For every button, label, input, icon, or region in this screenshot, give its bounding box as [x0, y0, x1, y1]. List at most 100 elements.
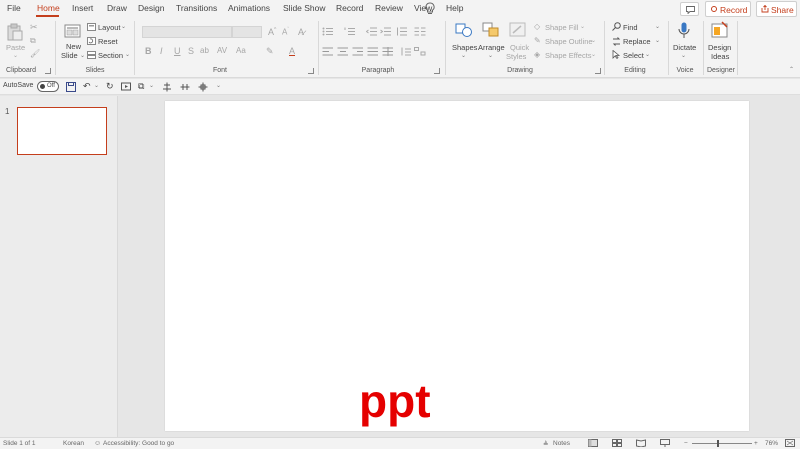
decrease-font-size-icon[interactable]: Aˇ	[282, 27, 289, 37]
find-button[interactable]: Find	[623, 23, 638, 32]
record-button[interactable]: Record	[705, 1, 751, 17]
zoom-out-icon[interactable]: −	[684, 440, 688, 447]
align-left-icon[interactable]	[322, 47, 334, 56]
new-slide-dropdown-icon[interactable]: ⌄	[80, 52, 85, 59]
quick-styles-label-1[interactable]: Quick	[510, 43, 529, 52]
increase-font-size-icon[interactable]: A^	[268, 27, 276, 37]
dictate-button[interactable]: Dictate	[673, 43, 696, 52]
undo-icon[interactable]: ↶	[83, 81, 91, 92]
highlight-icon[interactable]: ✎	[266, 46, 274, 57]
shape-outline-button[interactable]: Shape Outline	[545, 37, 593, 46]
font-size-combo[interactable]	[232, 26, 262, 38]
slide-thumbnail[interactable]	[17, 107, 107, 155]
section-dropdown-icon[interactable]: ⌄	[125, 51, 130, 58]
change-case-icon[interactable]: Aa	[236, 46, 246, 55]
reset-button[interactable]: Reset	[98, 37, 118, 46]
tab-home[interactable]: Home	[37, 3, 60, 13]
zoom-in-icon[interactable]: +	[754, 440, 758, 447]
customize-qat-icon[interactable]: ⌄	[216, 82, 221, 89]
decrease-indent-icon[interactable]	[366, 27, 378, 36]
font-color-icon[interactable]: A	[289, 46, 295, 56]
tab-help[interactable]: Help	[446, 3, 463, 13]
numbering-icon[interactable]	[344, 27, 356, 36]
collapse-ribbon-icon[interactable]: ⌃	[789, 66, 794, 73]
design-ideas-label-2[interactable]: Ideas	[711, 52, 729, 61]
select-button[interactable]: Select	[623, 51, 644, 60]
arrange-button[interactable]: Arrange	[478, 43, 505, 52]
notes-button[interactable]: Notes	[553, 440, 570, 447]
shapes-qat-dropdown-icon[interactable]: ⌄	[149, 82, 154, 89]
paste-dropdown-icon[interactable]: ⌄	[13, 52, 18, 59]
align-middle-icon[interactable]	[198, 82, 208, 92]
vertical-scrollbar[interactable]	[786, 96, 800, 437]
bullets-icon[interactable]	[322, 27, 334, 36]
zoom-slider-thumb[interactable]	[717, 440, 719, 447]
dictate-dropdown-icon[interactable]: ⌄	[681, 52, 686, 59]
shapes-icon[interactable]	[455, 22, 473, 38]
microphone-icon[interactable]	[678, 22, 690, 39]
shapes-dropdown-icon[interactable]: ⌄	[461, 52, 466, 59]
tab-design[interactable]: Design	[138, 3, 164, 13]
italic-icon[interactable]: I	[160, 46, 163, 56]
layout-dropdown-icon[interactable]: ⌄	[121, 23, 126, 30]
slide-canvas[interactable]	[165, 101, 749, 431]
arrange-icon[interactable]	[482, 22, 500, 38]
format-painter-icon[interactable]: 🖌	[30, 49, 40, 58]
autosave-toggle[interactable]: Off	[37, 81, 59, 92]
font-name-combo[interactable]	[142, 26, 232, 38]
paste-button[interactable]: Paste	[6, 43, 25, 52]
fit-to-window-icon[interactable]	[785, 439, 795, 447]
clear-formatting-icon[interactable]: A̷	[298, 27, 304, 37]
zoom-level[interactable]: 76%	[765, 440, 778, 447]
share-button[interactable]: Share	[756, 1, 797, 17]
drawing-launcher-icon[interactable]	[595, 68, 601, 74]
shape-effects-dropdown-icon[interactable]: ⌄	[591, 51, 596, 58]
increase-indent-icon[interactable]	[380, 27, 392, 36]
underline-icon[interactable]: U	[174, 46, 181, 56]
slide-sorter-icon[interactable]	[612, 439, 622, 447]
replace-button[interactable]: Replace	[623, 37, 651, 46]
distribute-icon[interactable]	[180, 82, 190, 92]
arrange-dropdown-icon[interactable]: ⌄	[488, 52, 493, 59]
accessibility-status[interactable]: Accessibility: Good to go	[103, 440, 174, 447]
save-icon[interactable]	[66, 82, 76, 92]
tab-slide-show[interactable]: Slide Show	[283, 3, 326, 13]
shape-effects-button[interactable]: Shape Effects	[545, 51, 592, 60]
tab-transitions[interactable]: Transitions	[176, 3, 217, 13]
shape-fill-button[interactable]: Shape Fill	[545, 23, 578, 32]
shape-outline-dropdown-icon[interactable]: ⌄	[591, 37, 596, 44]
new-slide-label-2[interactable]: Slide	[61, 51, 78, 60]
section-button[interactable]: Section	[98, 51, 123, 60]
find-dropdown-icon[interactable]: ⌄	[655, 23, 660, 30]
design-ideas-icon[interactable]	[711, 21, 729, 39]
tab-insert[interactable]: Insert	[72, 3, 93, 13]
align-right-icon[interactable]	[352, 47, 364, 56]
cut-icon[interactable]: ✂	[30, 22, 38, 33]
align-center-icon[interactable]	[337, 47, 349, 56]
align-objects-icon[interactable]	[162, 82, 172, 92]
tab-file[interactable]: File	[7, 3, 21, 13]
language-status[interactable]: Korean	[63, 440, 84, 447]
quick-styles-label-2[interactable]: Styles	[506, 52, 526, 61]
columns-icon[interactable]	[414, 27, 426, 36]
text-direction-icon[interactable]	[400, 47, 412, 56]
new-slide-icon[interactable]	[64, 22, 82, 39]
clipboard-launcher-icon[interactable]	[45, 68, 51, 74]
comments-button[interactable]	[680, 2, 699, 16]
copy-icon[interactable]: ⧉	[30, 36, 36, 46]
start-from-beginning-icon[interactable]	[121, 82, 131, 92]
shape-fill-dropdown-icon[interactable]: ⌄	[580, 23, 585, 30]
smartart-icon[interactable]	[414, 47, 426, 56]
tab-draw[interactable]: Draw	[107, 3, 127, 13]
character-spacing-icon[interactable]: AV	[217, 46, 227, 55]
replace-dropdown-icon[interactable]: ⌄	[655, 37, 660, 44]
quick-styles-icon[interactable]	[509, 22, 527, 38]
lightbulb-icon[interactable]	[424, 2, 436, 16]
shapes-button[interactable]: Shapes	[452, 43, 477, 52]
shapes-qat-icon[interactable]: ⧉	[138, 81, 144, 92]
bold-icon[interactable]: B	[145, 46, 152, 56]
justify-icon[interactable]	[367, 47, 379, 56]
reading-view-icon[interactable]	[636, 439, 646, 447]
new-slide-label-1[interactable]: New	[66, 42, 81, 51]
text-shadow-icon[interactable]: ab	[200, 46, 209, 55]
